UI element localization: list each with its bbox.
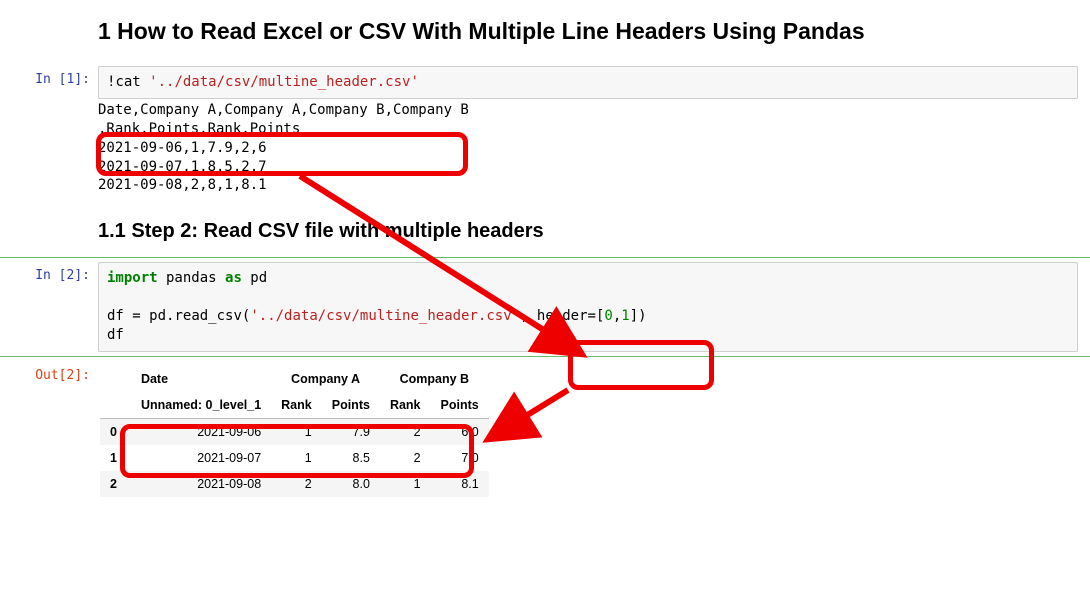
output-cell-2: Out[2]: Date Company A Company B Unnamed… bbox=[0, 357, 1090, 502]
table-header-row-sub: Unnamed: 0_level_1 Rank Points Rank Poin… bbox=[100, 392, 489, 419]
table-row: 2 2021-09-08 2 8.0 1 8.1 bbox=[100, 471, 489, 497]
table-row: 1 2021-09-07 1 8.5 2 7.0 bbox=[100, 445, 489, 471]
table-header-row-top: Date Company A Company B bbox=[100, 366, 489, 392]
subsection-title: 1.1 Step 2: Read CSV file with multiple … bbox=[98, 220, 1090, 243]
notebook: 1 How to Read Excel or CSV With Multiple… bbox=[0, 18, 1090, 502]
table-row: 0 2021-09-06 1 7.9 2 6.0 bbox=[100, 418, 489, 445]
dataframe-output: Date Company A Company B Unnamed: 0_leve… bbox=[100, 366, 489, 497]
prompt-out-2: Out[2]: bbox=[0, 362, 98, 383]
code-input-2[interactable]: import pandas as pd df = pd.read_csv('..… bbox=[98, 262, 1078, 352]
page-title: 1 How to Read Excel or CSV With Multiple… bbox=[98, 18, 1090, 45]
prompt-in-1: In [1]: bbox=[0, 66, 98, 87]
code-input-1[interactable]: !cat '../data/csv/multine_header.csv' bbox=[98, 66, 1078, 99]
prompt-in-2: In [2]: bbox=[0, 262, 98, 283]
code-cell-2[interactable]: In [2]: import pandas as pd df = pd.read… bbox=[0, 257, 1090, 357]
stdout-1: Date,Company A,Company A,Company B,Compa… bbox=[98, 99, 1078, 195]
code-cell-1[interactable]: In [1]: !cat '../data/csv/multine_header… bbox=[0, 61, 1090, 200]
